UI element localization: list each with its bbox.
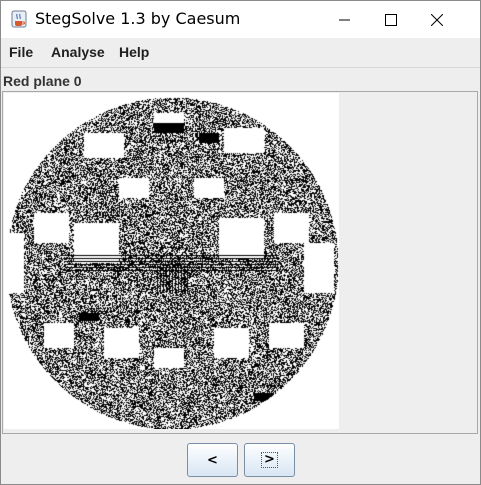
java-cup-icon: [11, 10, 27, 28]
title-bar[interactable]: StegSolve 1.3 by Caesum: [1, 1, 480, 38]
next-plane-label: >: [261, 452, 278, 468]
window-title: StegSolve 1.3 by Caesum: [35, 9, 241, 28]
close-button[interactable]: [414, 1, 460, 38]
close-icon: [431, 13, 443, 26]
menu-help[interactable]: Help: [119, 44, 149, 60]
minimize-icon: [339, 19, 350, 20]
app-window: StegSolve 1.3 by Caesum File Analyse Hel…: [0, 0, 481, 485]
plane-label: Red plane 0: [3, 73, 82, 89]
menu-file[interactable]: File: [9, 44, 33, 60]
bitplane-image: [4, 93, 339, 429]
previous-plane-button[interactable]: <: [187, 443, 238, 477]
minimize-button[interactable]: [322, 1, 368, 38]
menu-analyse[interactable]: Analyse: [51, 44, 105, 60]
next-plane-button[interactable]: >: [244, 443, 295, 477]
maximize-button[interactable]: [368, 1, 414, 38]
menu-bar: File Analyse Help: [1, 38, 480, 68]
maximize-icon: [385, 13, 397, 26]
